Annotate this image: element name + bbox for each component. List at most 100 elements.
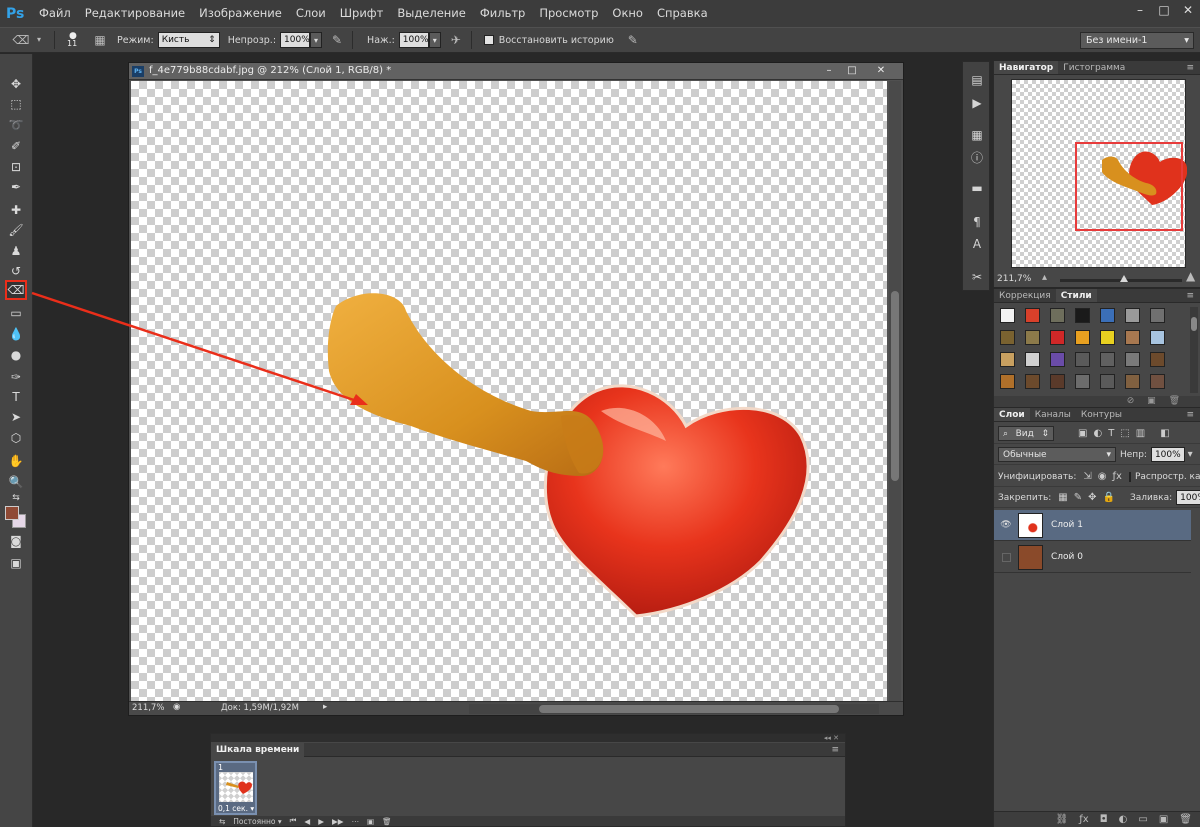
foreground-color-swatch[interactable] (5, 506, 19, 520)
opacity-field[interactable]: 100% (280, 32, 311, 48)
filter-shape-icon[interactable]: ⬚ (1120, 428, 1129, 439)
menu-window[interactable]: Окно (605, 0, 650, 27)
propagate-frame-checkbox[interactable] (1128, 471, 1131, 482)
status-menu-icon[interactable]: ◉ (173, 702, 180, 712)
style-swatch[interactable] (1150, 352, 1165, 367)
navigator-view-box[interactable] (1075, 142, 1183, 231)
brush-presets-icon[interactable]: ▬ (966, 178, 988, 198)
pressure-opacity-icon[interactable]: ✎ (328, 31, 346, 49)
style-swatch[interactable] (1050, 352, 1065, 367)
play-icon[interactable]: ▶ (318, 817, 324, 826)
dodge-tool-icon[interactable]: ● (5, 345, 27, 365)
menu-view[interactable]: Просмотр (532, 0, 605, 27)
frame-delay[interactable]: 0,1 сек. ▾ (218, 804, 254, 813)
next-frame-icon[interactable]: ▶▶ (332, 817, 344, 826)
style-swatch[interactable] (1125, 374, 1140, 389)
filter-adjustment-icon[interactable]: ◐ (1093, 428, 1102, 439)
vertical-scrollbar[interactable] (889, 81, 901, 701)
brush-tool-icon[interactable]: 🖌 (5, 220, 27, 240)
styles-scrollbar[interactable] (1190, 307, 1198, 393)
lock-all-icon[interactable]: 🔒 (1103, 492, 1115, 503)
first-frame-icon[interactable]: ⏮ (290, 816, 297, 826)
style-swatch[interactable] (1000, 308, 1015, 323)
menu-file[interactable]: Файл (32, 0, 78, 27)
style-swatch[interactable] (1050, 308, 1065, 323)
doc-close-button[interactable]: ✕ (871, 64, 891, 78)
layer-row[interactable]: Слой 0 (994, 542, 1191, 573)
menu-image[interactable]: Изображение (192, 0, 289, 27)
loop-select[interactable]: Постоянно ▾ (233, 817, 281, 826)
filter-toggle-icon[interactable]: ◧ (1160, 428, 1169, 439)
delete-frame-icon[interactable]: 🗑 (382, 817, 392, 826)
document-tab[interactable]: Ps f_4e779b88cdabf.jpg @ 212% (Слой 1, R… (129, 63, 903, 80)
style-swatch[interactable] (1100, 308, 1115, 323)
layer-style-icon[interactable]: ƒx (1079, 814, 1088, 825)
hand-tool-icon[interactable]: ✋ (5, 451, 27, 471)
visibility-toggle-box[interactable] (1002, 552, 1011, 562)
style-swatch[interactable] (1125, 330, 1140, 345)
pen-tool-icon[interactable]: ✑ (5, 367, 27, 387)
eyedropper-tool-icon[interactable]: ✒ (5, 177, 27, 197)
menu-layers[interactable]: Слои (289, 0, 333, 27)
new-style-icon[interactable]: ▣ (1147, 396, 1156, 406)
close-button[interactable]: ✕ (1176, 0, 1200, 20)
layer-name[interactable]: Слой 1 (1051, 520, 1083, 530)
marquee-tool-icon[interactable]: ⬚ (5, 94, 27, 114)
info-panel-icon[interactable]: ▦ (966, 125, 988, 145)
type-tool-icon[interactable]: T (5, 387, 27, 407)
zoom-out-icon[interactable]: ▴ (1042, 272, 1047, 283)
style-swatch[interactable] (1000, 352, 1015, 367)
convert-icon[interactable]: ⇆ (219, 817, 225, 826)
tab-histogram[interactable]: Гистограмма (1058, 61, 1130, 74)
style-swatch[interactable] (1075, 352, 1090, 367)
style-swatch[interactable] (1150, 374, 1165, 389)
tab-timeline[interactable]: Шкала времени (211, 743, 305, 757)
blur-tool-icon[interactable]: 💧 (5, 324, 27, 344)
chevron-down-icon[interactable]: ▾ (30, 31, 48, 49)
opacity-dropdown-button[interactable]: ▾ (310, 32, 323, 48)
tab-channels[interactable]: Каналы (1030, 408, 1076, 421)
tab-navigator[interactable]: Навигатор (994, 61, 1059, 74)
adjustment-layer-icon[interactable]: ◐ (1119, 814, 1128, 825)
tab-paths[interactable]: Контуры (1076, 408, 1127, 421)
timeline-collapse-bar[interactable]: ◂◂ ✕ (211, 734, 845, 742)
style-swatch[interactable] (1075, 308, 1090, 323)
screen-mode-icon[interactable]: ▣ (5, 553, 27, 573)
panel-menu-icon[interactable]: ≡ (1186, 289, 1194, 303)
previous-frame-icon[interactable]: ◀ (304, 817, 310, 826)
pressure-field[interactable]: 100% (398, 32, 429, 48)
tool-presets-icon[interactable]: ✂ (966, 267, 988, 287)
chevron-down-icon[interactable]: ▾ (1188, 449, 1193, 460)
lasso-tool-icon[interactable]: ➰ (5, 115, 27, 135)
delete-style-icon[interactable]: 🗑 (1169, 396, 1180, 406)
path-selection-tool-icon[interactable]: ➤ (5, 407, 27, 427)
eraser-tool-icon[interactable]: ⌫ (5, 280, 27, 300)
unify-position-icon[interactable]: ⇲ (1083, 471, 1091, 482)
vertical-scroll-thumb[interactable] (891, 291, 899, 481)
horizontal-scroll-thumb[interactable] (539, 705, 839, 713)
airbrush-icon[interactable]: ✈ (447, 31, 465, 49)
filter-smart-object-icon[interactable]: ▥ (1136, 428, 1145, 439)
tab-layers[interactable]: Слои (994, 408, 1030, 421)
shape-tool-icon[interactable]: ⬡ (5, 428, 27, 448)
clone-stamp-tool-icon[interactable]: ♟ (5, 241, 27, 261)
panel-menu-icon[interactable]: ≡ (831, 743, 839, 757)
style-swatch[interactable] (1075, 374, 1090, 389)
visibility-eye-icon[interactable]: 👁 (1000, 520, 1012, 530)
menu-type[interactable]: Шрифт (333, 0, 391, 27)
pressure-size-icon[interactable]: ✎ (624, 31, 642, 49)
layer-row[interactable]: 👁 Слой 1 (994, 510, 1191, 541)
tween-icon[interactable]: ⋯ (352, 817, 360, 826)
navigator-preview[interactable] (1011, 79, 1188, 268)
zoom-status[interactable]: 211,7% (132, 703, 164, 713)
gradient-tool-icon[interactable]: ▭ (5, 303, 27, 323)
styles-scroll-thumb[interactable] (1191, 317, 1197, 331)
move-tool-icon[interactable]: ✥ (5, 74, 27, 94)
character-panel-icon[interactable]: ¶ (966, 212, 988, 232)
history-panel-icon[interactable]: ▤ (966, 70, 988, 90)
panel-menu-icon[interactable]: ≡ (1186, 61, 1194, 75)
brush-size-picker[interactable]: ● 11 (61, 30, 85, 50)
actions-panel-icon[interactable]: ▶ (966, 93, 988, 113)
restore-history-checkbox[interactable] (483, 35, 494, 45)
horizontal-scrollbar[interactable] (469, 704, 879, 714)
